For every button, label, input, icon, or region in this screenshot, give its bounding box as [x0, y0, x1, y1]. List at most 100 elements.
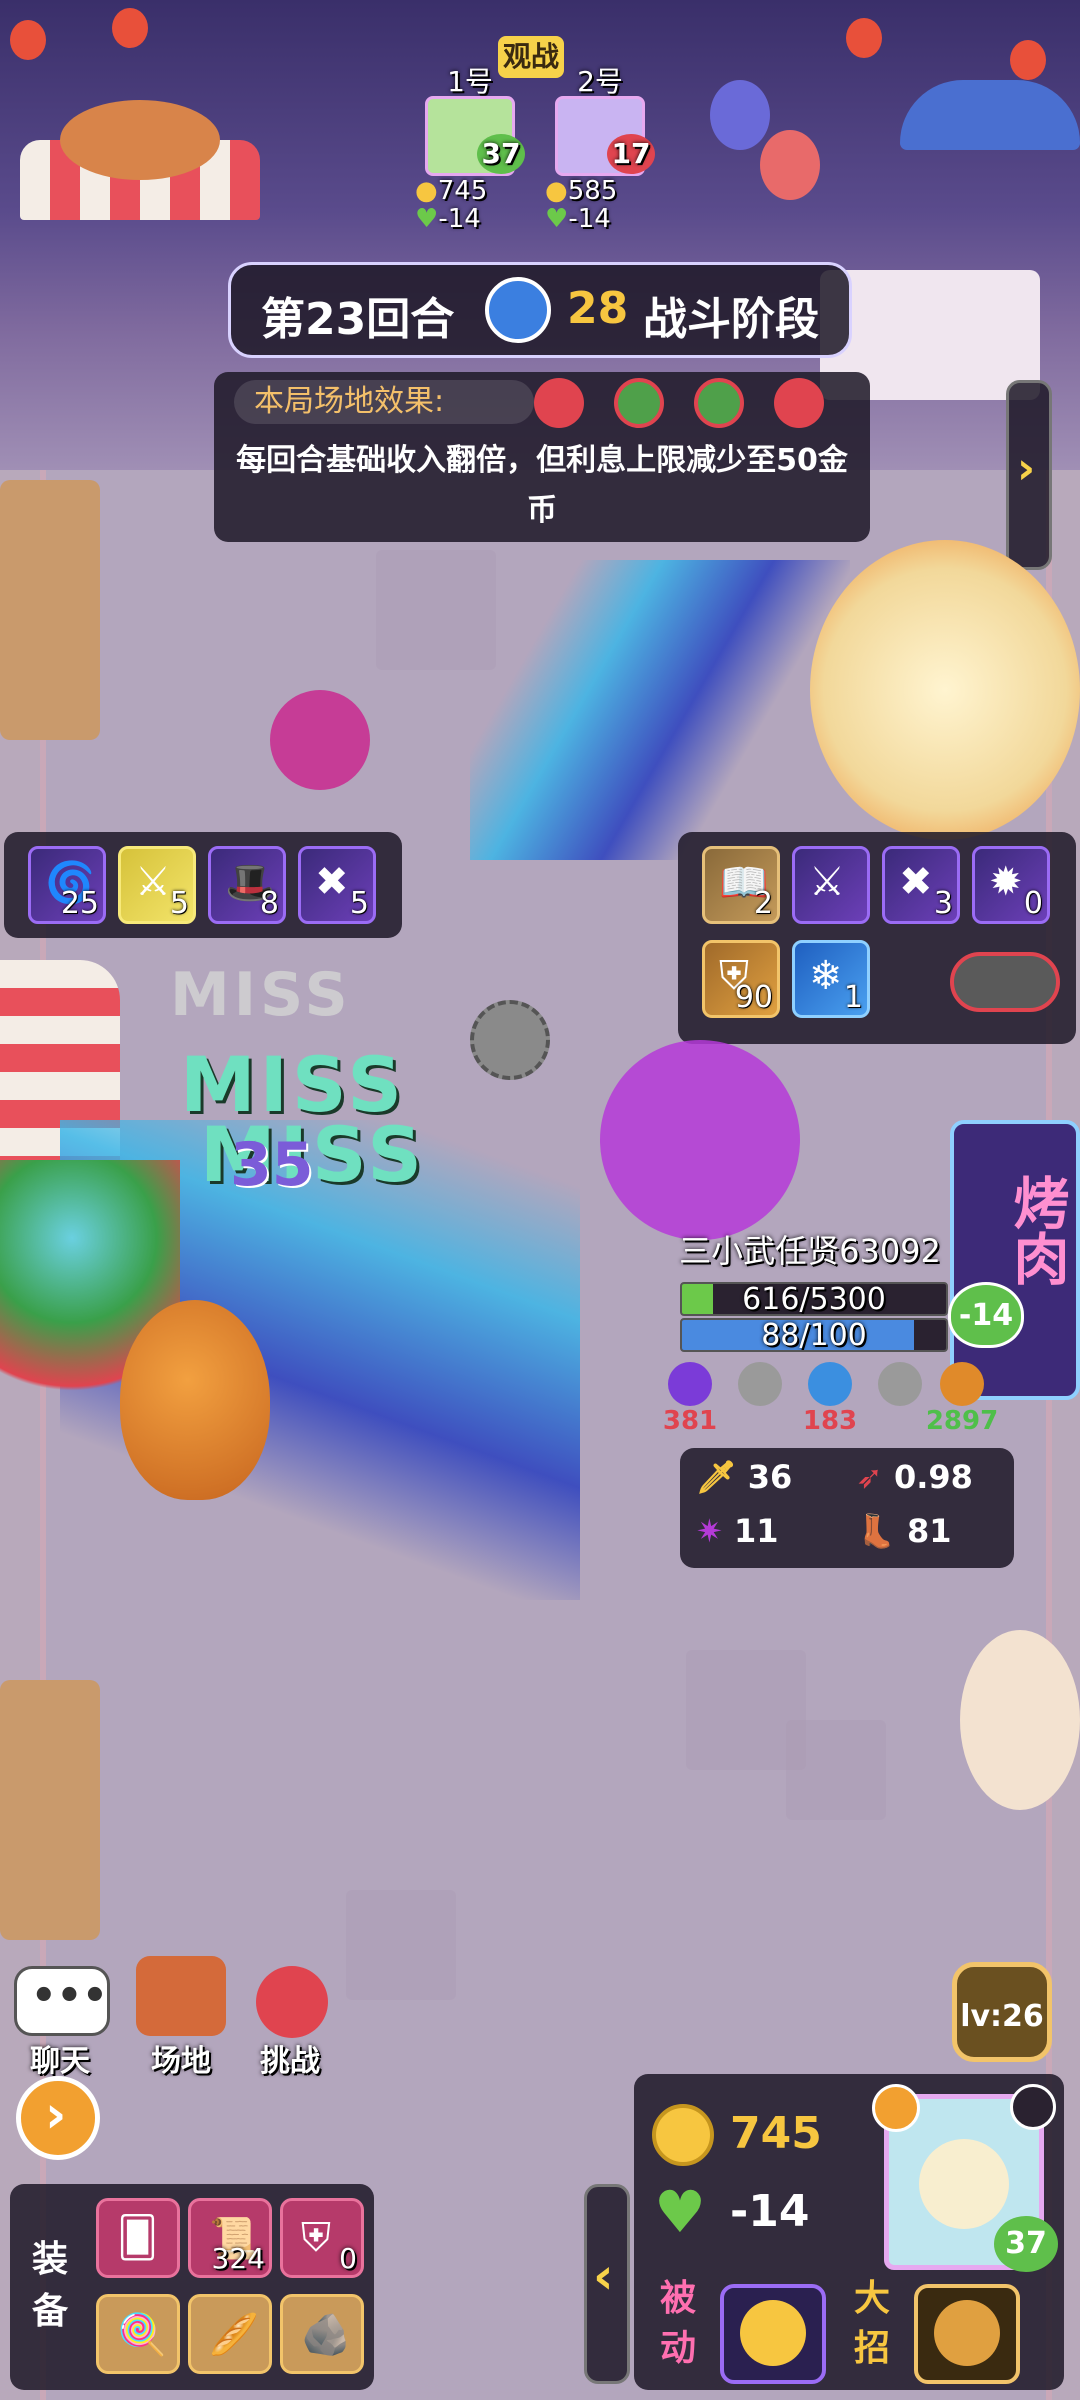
- player-gold: 745: [730, 2108, 822, 2159]
- resist-item: 2897: [922, 1362, 1002, 1436]
- search-icon[interactable]: [1010, 2084, 1056, 2130]
- skill-slot[interactable]: 📖 2: [702, 846, 780, 924]
- boot-icon: 👢: [856, 1512, 896, 1550]
- field-icon: [136, 1956, 226, 2036]
- skill-count: 2: [753, 886, 773, 921]
- attack-stat: 🗡 36: [696, 1458, 792, 1496]
- resist-value: 2897: [925, 1406, 999, 1436]
- skill-slot[interactable]: 🌀 25: [28, 846, 106, 924]
- round-banner: 第23回合 28 战斗阶段: [228, 262, 852, 358]
- balloon-decoration: [710, 80, 770, 150]
- disabled-effect-icon: [774, 378, 824, 428]
- sword-skill-icon: ⚔: [135, 859, 171, 905]
- player-hp: -14: [568, 204, 611, 234]
- magic-value: 11: [733, 1512, 779, 1550]
- disabled-effect-icon: [534, 378, 584, 428]
- disabled-effect-icon: [614, 378, 664, 428]
- equipment-slot[interactable]: 🪨: [280, 2294, 364, 2374]
- skill-slot[interactable]: ✖ 3: [882, 846, 960, 924]
- enemy-stats-panel: 🗡 36 ➶ 0.98 ✷ 11 👢 81: [680, 1448, 1014, 1568]
- magic-stat: ✷ 11: [696, 1512, 778, 1550]
- player-hp-row: ♥-14: [545, 204, 655, 234]
- field-button[interactable]: 场地: [126, 1956, 236, 2079]
- snowflake-skill-icon: ❄: [809, 953, 843, 999]
- snowflake-icon: [808, 1362, 852, 1406]
- enemy-hp-bar: 616/5300: [680, 1282, 948, 1316]
- chevron-left-icon: ‹: [593, 2247, 614, 2305]
- equipment-slot[interactable]: 🥖: [188, 2294, 272, 2374]
- miss-text: MISS: [170, 960, 352, 1030]
- ally-character[interactable]: [120, 1300, 270, 1500]
- equipment-slot[interactable]: ⛨ 0: [280, 2198, 364, 2278]
- collapse-left-button[interactable]: ‹: [584, 2184, 630, 2384]
- player-card-2[interactable]: 2号 17 ●585 ♥-14: [545, 60, 655, 234]
- player-hp-row: ♥-14: [415, 204, 525, 234]
- skill-slot[interactable]: ⛨ 90: [702, 940, 780, 1018]
- avatar-character: [919, 2139, 1009, 2229]
- stopwatch-icon: [485, 277, 551, 343]
- passive-skill-button[interactable]: [720, 2284, 826, 2384]
- skill-slot[interactable]: ✹ 0: [972, 846, 1050, 924]
- expand-menu-button[interactable]: ›: [16, 2076, 100, 2160]
- field-effect-panel: 本局场地效果: 每回合基础收入翻倍，但利息上限减少至50金币: [214, 372, 870, 542]
- fire-icon: [878, 1362, 922, 1406]
- player-card-1[interactable]: 1号 37 ●745 ♥-14: [415, 60, 525, 234]
- chat-button[interactable]: ••• 聊天: [10, 1966, 110, 2079]
- skill-count: 25: [60, 886, 99, 921]
- disabled-effect-icon: [694, 378, 744, 428]
- speed-value: 81: [906, 1512, 952, 1550]
- heart-icon: ♥: [654, 2178, 706, 2246]
- disabled-cannon-icon: [950, 952, 1060, 1012]
- umbrella-decoration: [900, 80, 1080, 150]
- enemy-name: 三小武任贤63092: [679, 1232, 941, 1270]
- enemy-heart-badge: -14: [948, 1282, 1024, 1348]
- skull-effect-icon: [270, 690, 370, 790]
- passive-skill-icon: [740, 2300, 806, 2366]
- skull-icon: [668, 1362, 712, 1406]
- round-number: 第23回合: [261, 294, 455, 345]
- crit-stat: ➶ 0.98: [856, 1458, 973, 1496]
- chevron-right-icon: ›: [45, 2085, 67, 2145]
- equipment-slot[interactable]: 📜 324: [188, 2198, 272, 2278]
- level-badge[interactable]: lv:26: [952, 1962, 1052, 2062]
- equipment-slot[interactable]: 🂠: [96, 2198, 180, 2278]
- enemy-character[interactable]: [810, 540, 1080, 840]
- leaf-icon: [738, 1362, 782, 1406]
- equipment-slot[interactable]: 🍭: [96, 2294, 180, 2374]
- chevron-right-icon: ›: [1017, 443, 1036, 494]
- equipment-label: 装备: [32, 2239, 69, 2332]
- heal-shield-icon: ⛨: [301, 2215, 331, 2261]
- lantern-decoration: [1010, 40, 1046, 80]
- explosion-skill-icon: ✹: [989, 859, 1023, 905]
- left-shelf-decoration: [0, 480, 100, 740]
- skill-slot[interactable]: ❄ 1: [792, 940, 870, 1018]
- skill-slot[interactable]: ⚔ 5: [118, 846, 196, 924]
- chat-bubble-icon: •••: [14, 1966, 110, 2036]
- resist-item: [870, 1362, 930, 1406]
- player-gold-row: ●585: [545, 176, 655, 206]
- resist-item: [730, 1362, 790, 1406]
- skill-count: 1: [843, 980, 863, 1015]
- skill-count: 3: [933, 886, 953, 921]
- player-slot-label: 1号: [447, 65, 493, 98]
- purple-hit-effect: [600, 1040, 800, 1240]
- slash-effect: [470, 560, 850, 860]
- player-hp: -14: [438, 204, 481, 234]
- skill-slot[interactable]: ✖ 5: [298, 846, 376, 924]
- resist-value: 381: [662, 1406, 718, 1436]
- player-hp: -14: [730, 2186, 810, 2237]
- ultimate-skill-button[interactable]: [914, 2284, 1020, 2384]
- resist-value: 183: [802, 1406, 858, 1436]
- boxing-glove-icon: [256, 1966, 328, 2038]
- skill-slot[interactable]: ⚔: [792, 846, 870, 924]
- sword-skill-icon: ⚔: [809, 859, 845, 905]
- challenge-button[interactable]: 挑战: [240, 1966, 340, 2079]
- expand-right-button[interactable]: ›: [1006, 380, 1052, 570]
- rock-icon: 🪨: [301, 2312, 351, 2358]
- resist-item: 183: [800, 1362, 860, 1436]
- lollipop-icon: 🍭: [117, 2312, 167, 2358]
- player-gold: 585: [567, 176, 618, 206]
- coin-icon: [652, 2104, 714, 2166]
- skill-slot[interactable]: 🎩 8: [208, 846, 286, 924]
- lantern-decoration: [10, 20, 46, 60]
